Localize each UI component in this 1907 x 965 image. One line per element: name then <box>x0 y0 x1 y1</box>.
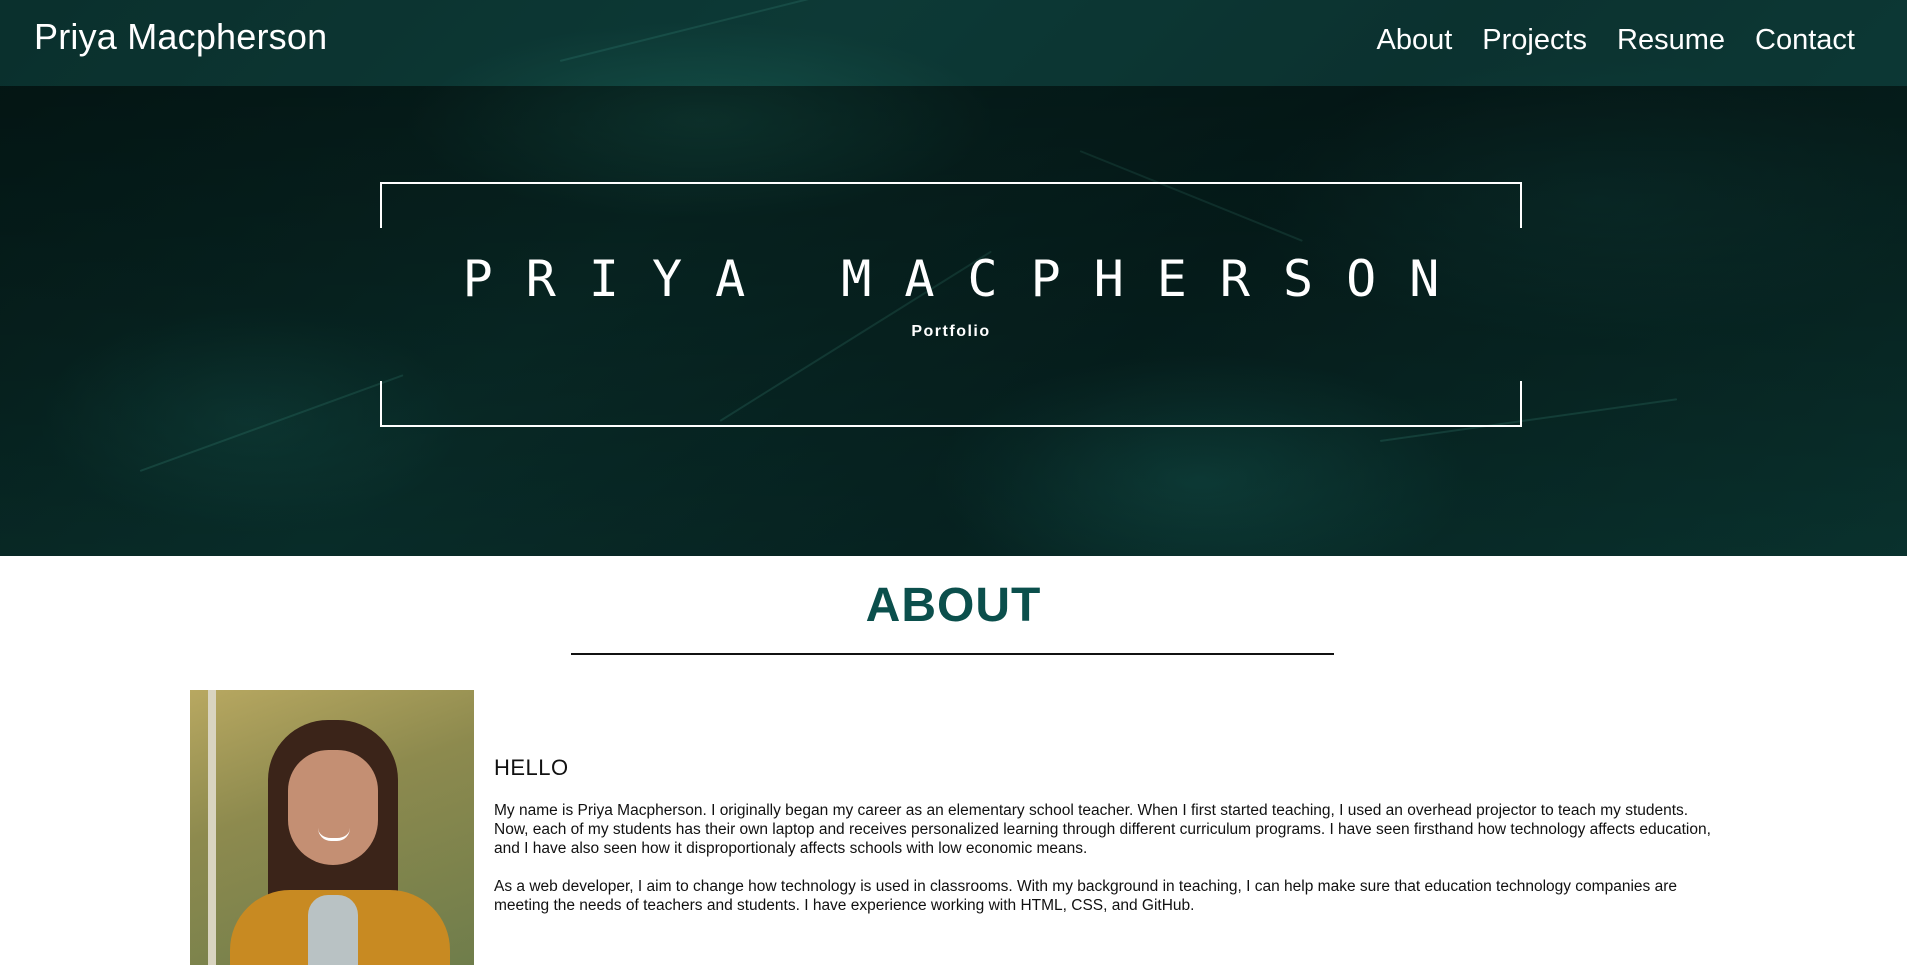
frame-edge <box>380 182 1522 184</box>
about-heading: ABOUT <box>865 579 1042 632</box>
nav-link-about[interactable]: About <box>1376 24 1452 57</box>
nav-link-resume[interactable]: Resume <box>1617 24 1725 57</box>
frame-edge <box>380 182 382 228</box>
profile-photo <box>190 690 474 965</box>
nav-link-contact[interactable]: Contact <box>1755 24 1855 57</box>
frame-edge <box>1520 182 1522 228</box>
photo-detail <box>308 895 358 965</box>
about-paragraph: As a web developer, I aim to change how … <box>494 878 1677 914</box>
about-paragraph: My name is Priya Macpherson. I originall… <box>494 802 1711 857</box>
main-nav: About Projects Resume Contact <box>1376 24 1855 57</box>
frame-edge <box>380 381 382 427</box>
hero-subtitle: Portfolio <box>911 323 991 340</box>
top-navbar: Priya Macpherson About Projects Resume C… <box>0 0 1907 86</box>
nav-link-projects[interactable]: Projects <box>1482 24 1587 57</box>
about-greeting: HELLO <box>494 755 569 780</box>
frame-edge <box>1520 381 1522 427</box>
site-brand[interactable]: Priya Macpherson <box>34 16 327 58</box>
photo-detail <box>288 750 378 865</box>
hero-title: PRIYA MACPHERSON <box>462 250 1473 308</box>
frame-edge <box>380 425 1522 427</box>
photo-detail <box>208 690 216 965</box>
section-divider <box>571 653 1334 655</box>
